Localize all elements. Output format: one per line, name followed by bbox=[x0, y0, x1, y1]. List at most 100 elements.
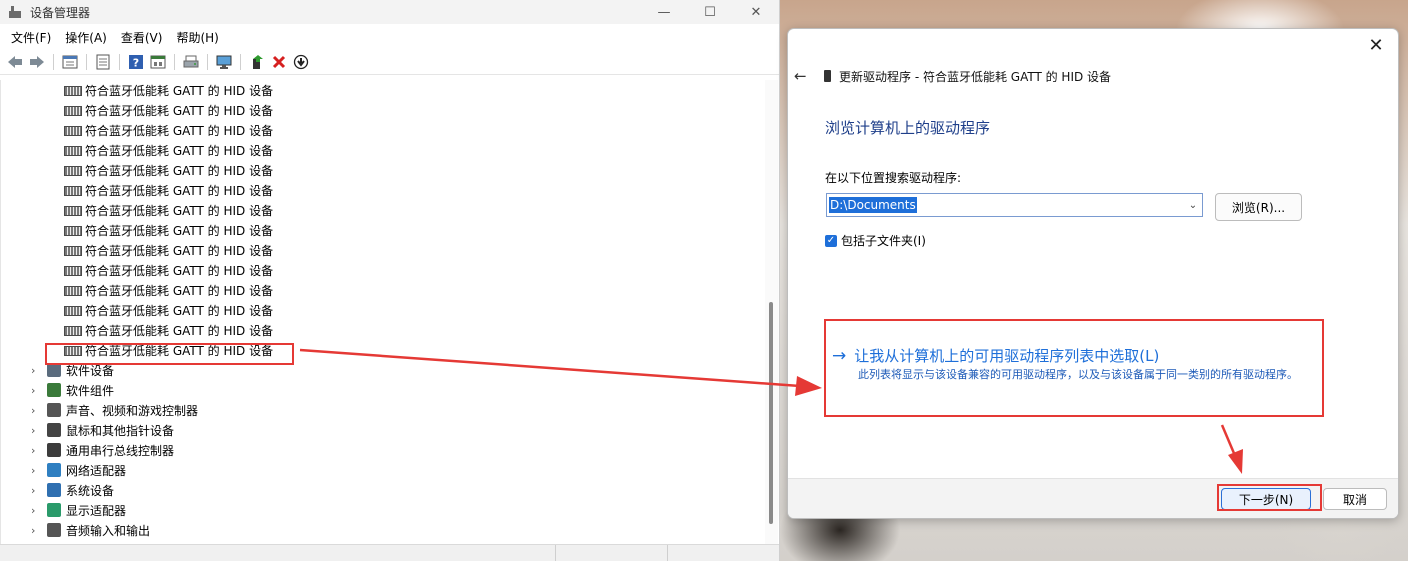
close-button[interactable]: ✕ bbox=[733, 0, 779, 24]
hid-device-item[interactable]: 符合蓝牙低能耗 GATT 的 HID 设备 bbox=[1, 220, 765, 240]
hid-device-item[interactable]: 符合蓝牙低能耗 GATT 的 HID 设备 bbox=[1, 320, 765, 340]
chevron-right-icon[interactable]: › bbox=[31, 524, 43, 537]
hid-device-item[interactable]: 符合蓝牙低能耗 GATT 的 HID 设备 bbox=[1, 100, 765, 120]
device-list-icon[interactable] bbox=[93, 52, 113, 72]
hid-device-item[interactable]: 符合蓝牙低能耗 GATT 的 HID 设备 bbox=[1, 180, 765, 200]
hid-device-item[interactable]: 符合蓝牙低能耗 GATT 的 HID 设备 bbox=[1, 120, 765, 140]
scrollbar-thumb[interactable] bbox=[769, 302, 773, 524]
hid-device-label: 符合蓝牙低能耗 GATT 的 HID 设备 bbox=[85, 143, 274, 158]
device-category-item[interactable]: › 网络适配器 bbox=[1, 460, 765, 480]
print-icon[interactable] bbox=[181, 52, 201, 72]
maximize-button[interactable]: ☐ bbox=[687, 0, 733, 24]
audio-io-icon bbox=[47, 523, 61, 537]
device-category-label: 通用串行总线控制器 bbox=[66, 443, 175, 458]
dialog-title: 更新驱动程序 - 符合蓝牙低能耗 GATT 的 HID 设备 bbox=[839, 69, 1112, 84]
forward-icon[interactable] bbox=[27, 52, 47, 72]
minimize-button[interactable]: — bbox=[641, 0, 687, 24]
pick-option-highlight bbox=[824, 319, 1324, 417]
hid-device-label: 符合蓝牙低能耗 GATT 的 HID 设备 bbox=[85, 83, 274, 98]
device-category-item[interactable]: › 音频输入和输出 bbox=[1, 520, 765, 540]
chevron-right-icon[interactable]: › bbox=[31, 464, 43, 477]
hid-device-icon bbox=[64, 143, 82, 157]
hid-device-label: 符合蓝牙低能耗 GATT 的 HID 设备 bbox=[85, 323, 274, 338]
software-component-icon bbox=[47, 383, 61, 397]
hid-device-item[interactable]: 符合蓝牙低能耗 GATT 的 HID 设备 bbox=[1, 260, 765, 280]
chevron-right-icon[interactable]: › bbox=[31, 424, 43, 437]
hid-device-label: 符合蓝牙低能耗 GATT 的 HID 设备 bbox=[85, 183, 274, 198]
display-adapter-icon bbox=[47, 503, 61, 517]
chevron-down-icon[interactable]: ⌄ bbox=[1184, 200, 1202, 211]
device-category-item[interactable]: › 系统设备 bbox=[1, 480, 765, 500]
update-driver-icon[interactable] bbox=[247, 52, 267, 72]
menu-view[interactable]: 查看(V) bbox=[114, 29, 170, 46]
hid-device-label: 符合蓝牙低能耗 GATT 的 HID 设备 bbox=[85, 123, 274, 138]
device-category-label: 音频输入和输出 bbox=[66, 523, 151, 538]
hid-device-icon bbox=[64, 323, 82, 337]
device-category-label: 软件组件 bbox=[66, 383, 115, 398]
hid-device-label: 符合蓝牙低能耗 GATT 的 HID 设备 bbox=[85, 283, 274, 298]
hid-device-item[interactable]: 符合蓝牙低能耗 GATT 的 HID 设备 bbox=[1, 160, 765, 180]
chevron-right-icon[interactable]: › bbox=[31, 484, 43, 497]
back-icon[interactable] bbox=[5, 52, 25, 72]
selected-device-highlight bbox=[45, 343, 294, 365]
hid-device-icon bbox=[64, 183, 82, 197]
next-button-highlight bbox=[1217, 484, 1322, 511]
dialog-heading: 浏览计算机上的驱动程序 bbox=[825, 119, 991, 137]
tree-scrollbar[interactable] bbox=[765, 80, 778, 544]
device-category-item[interactable]: › 显示适配器 bbox=[1, 500, 765, 520]
hid-device-item[interactable]: 符合蓝牙低能耗 GATT 的 HID 设备 bbox=[1, 200, 765, 220]
hid-device-icon bbox=[64, 123, 82, 137]
network-adapter-icon bbox=[47, 463, 61, 477]
hid-device-icon bbox=[64, 243, 82, 257]
chevron-right-icon[interactable]: › bbox=[31, 384, 43, 397]
device-category-item[interactable]: › 声音、视频和游戏控制器 bbox=[1, 400, 765, 420]
include-subfolders-checkbox[interactable]: ✓ bbox=[825, 234, 837, 247]
driver-path-combobox[interactable]: D:\Documents ⌄ bbox=[826, 193, 1203, 217]
hid-device-label: 符合蓝牙低能耗 GATT 的 HID 设备 bbox=[85, 163, 274, 178]
menu-file[interactable]: 文件(F) bbox=[4, 29, 58, 46]
enable-device-icon[interactable] bbox=[291, 52, 311, 72]
device-manager-icon bbox=[8, 5, 22, 19]
chevron-right-icon[interactable]: › bbox=[31, 444, 43, 457]
speaker-icon bbox=[47, 403, 61, 417]
device-tree: 符合蓝牙低能耗 GATT 的 HID 设备 符合蓝牙低能耗 GATT 的 HID … bbox=[0, 80, 765, 544]
device-category-item[interactable]: › 鼠标和其他指针设备 bbox=[1, 420, 765, 440]
toolbar: ? bbox=[0, 50, 779, 75]
window-title: 设备管理器 bbox=[30, 5, 91, 20]
hid-device-item[interactable]: 符合蓝牙低能耗 GATT 的 HID 设备 bbox=[1, 80, 765, 100]
hid-device-icon bbox=[64, 163, 82, 177]
device-icon bbox=[824, 70, 831, 82]
hid-device-icon bbox=[64, 203, 82, 217]
hid-device-item[interactable]: 符合蓝牙低能耗 GATT 的 HID 设备 bbox=[1, 280, 765, 300]
dialog-close-button[interactable]: ✕ bbox=[1366, 35, 1386, 56]
back-arrow-icon[interactable]: ← bbox=[794, 67, 810, 85]
dialog-header: ← 更新驱动程序 - 符合蓝牙低能耗 GATT 的 HID 设备 bbox=[794, 67, 1111, 85]
device-category-label: 系统设备 bbox=[66, 483, 115, 498]
hid-device-label: 符合蓝牙低能耗 GATT 的 HID 设备 bbox=[85, 103, 274, 118]
resources-view-icon[interactable] bbox=[148, 52, 168, 72]
help-icon[interactable]: ? bbox=[126, 52, 146, 72]
uninstall-device-icon[interactable] bbox=[269, 52, 289, 72]
hid-device-label: 符合蓝牙低能耗 GATT 的 HID 设备 bbox=[85, 223, 274, 238]
menu-help[interactable]: 帮助(H) bbox=[169, 29, 225, 46]
hid-device-label: 符合蓝牙低能耗 GATT 的 HID 设备 bbox=[85, 203, 274, 218]
hid-device-item[interactable]: 符合蓝牙低能耗 GATT 的 HID 设备 bbox=[1, 140, 765, 160]
chevron-right-icon[interactable]: › bbox=[31, 504, 43, 517]
chevron-right-icon[interactable]: › bbox=[31, 364, 43, 377]
include-subfolders-option[interactable]: ✓ 包括子文件夹(I) bbox=[825, 232, 926, 249]
device-category-item[interactable]: › 软件组件 bbox=[1, 380, 765, 400]
device-category-item[interactable]: › 通用串行总线控制器 bbox=[1, 440, 765, 460]
hid-device-item[interactable]: 符合蓝牙低能耗 GATT 的 HID 设备 bbox=[1, 300, 765, 320]
properties-view-icon[interactable] bbox=[60, 52, 80, 72]
title-bar: 设备管理器 — ☐ ✕ bbox=[0, 0, 779, 24]
scan-hardware-icon[interactable] bbox=[214, 52, 234, 72]
status-bar bbox=[0, 544, 779, 561]
menu-action[interactable]: 操作(A) bbox=[58, 29, 114, 46]
hid-device-label: 符合蓝牙低能耗 GATT 的 HID 设备 bbox=[85, 263, 274, 278]
hid-device-item[interactable]: 符合蓝牙低能耗 GATT 的 HID 设备 bbox=[1, 240, 765, 260]
browse-button[interactable]: 浏览(R)... bbox=[1215, 193, 1302, 221]
cancel-button[interactable]: 取消 bbox=[1323, 488, 1387, 510]
menu-bar: 文件(F) 操作(A) 查看(V) 帮助(H) bbox=[0, 24, 779, 50]
chevron-right-icon[interactable]: › bbox=[31, 404, 43, 417]
driver-path-value[interactable]: D:\Documents bbox=[829, 197, 917, 213]
